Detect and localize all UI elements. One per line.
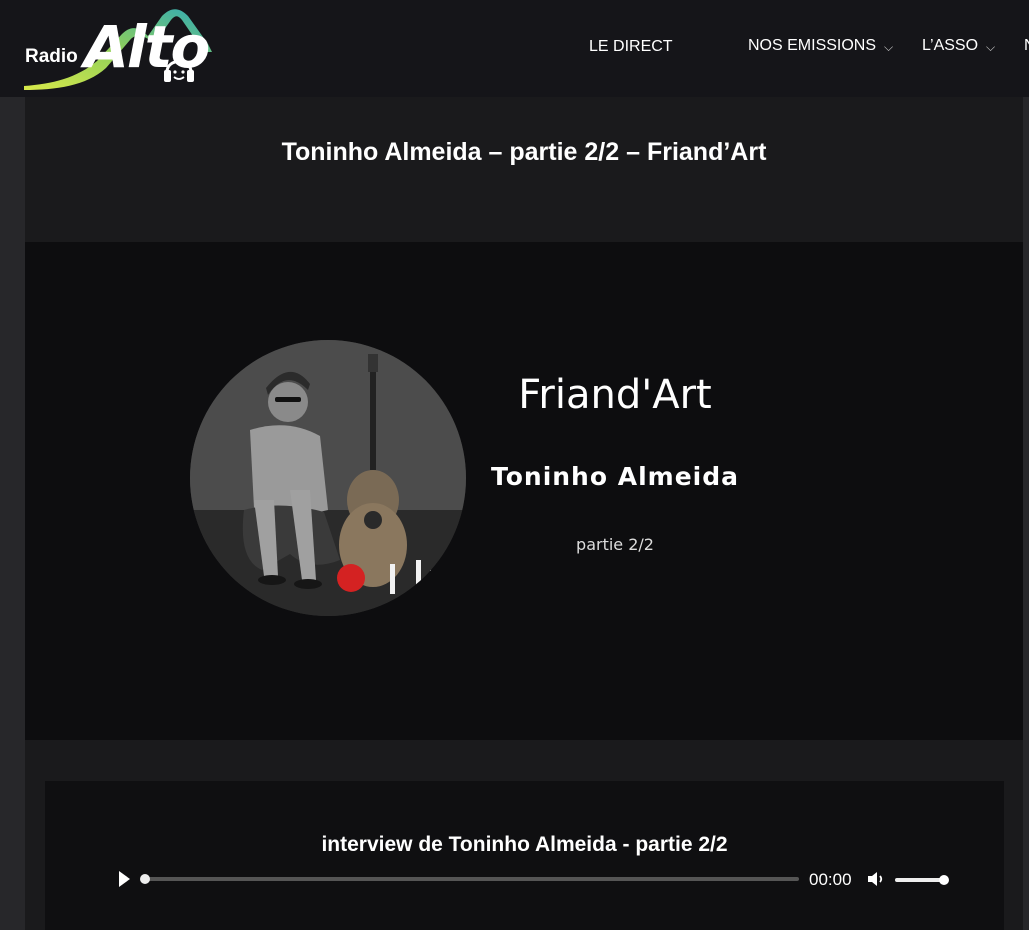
audio-title: interview de Toninho Almeida - partie 2/…: [321, 833, 728, 856]
site-header: Radio Alto LE DIRECT NOS EMISSIONS ⌵ L’A…: [0, 0, 1029, 97]
audio-progress-slider[interactable]: [140, 874, 799, 884]
nav-label: L’ASSO: [922, 37, 979, 54]
play-button[interactable]: [116, 869, 132, 889]
site-logo[interactable]: Radio Alto: [22, 6, 217, 92]
nav-label: LE DIRECT: [589, 38, 673, 55]
volume-slider[interactable]: [895, 875, 949, 885]
nav-l-asso[interactable]: L’ASSO ⌵: [922, 37, 995, 55]
logo-text-radio: Radio: [25, 46, 78, 67]
volume-handle[interactable]: [939, 875, 949, 885]
nav-nos-emissions[interactable]: NOS EMISSIONS ⌵: [748, 37, 893, 55]
page-title: Toninho Almeida – partie 2/2 – Friand’Ar…: [281, 138, 767, 166]
feature-artist-name: Toninho Almeida: [490, 462, 739, 491]
chevron-down-icon: ⌵: [986, 39, 996, 54]
progress-handle[interactable]: [140, 874, 150, 884]
mute-button[interactable]: [866, 869, 886, 889]
right-sidebar-strip: [1023, 97, 1029, 930]
headphones-icon: [164, 60, 194, 82]
nav-label: NOS EMISSIONS: [748, 37, 877, 54]
artist-with-guitar-illustration: [190, 340, 466, 616]
nav-label: N: [1024, 37, 1029, 55]
nav-le-direct[interactable]: LE DIRECT: [589, 38, 673, 56]
audio-time: 00:00: [809, 870, 852, 889]
artist-photo: [190, 340, 466, 616]
left-sidebar-strip: [0, 97, 25, 930]
feature-show-name: Friand'Art: [518, 372, 712, 418]
nav-truncated-item[interactable]: N: [1024, 37, 1029, 55]
play-icon: [119, 871, 130, 887]
chevron-down-icon: ⌵: [884, 39, 894, 54]
feature-part-label: partie 2/2: [576, 535, 654, 554]
audio-player-card: interview de Toninho Almeida - partie 2/…: [45, 781, 1004, 930]
speaker-icon: [868, 872, 883, 886]
featured-image: Friand'Art Toninho Almeida partie 2/2: [25, 242, 1023, 740]
